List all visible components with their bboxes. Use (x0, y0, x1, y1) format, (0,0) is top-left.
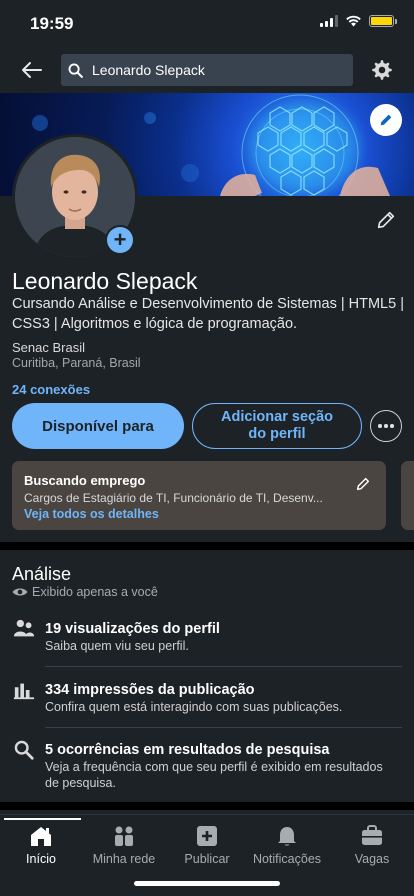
add-photo-button[interactable]: + (105, 225, 135, 255)
nav-label: Publicar (184, 852, 230, 866)
nav-item-post[interactable]: Publicar (166, 815, 248, 867)
edit-profile-button[interactable] (372, 206, 400, 234)
back-button[interactable] (16, 54, 48, 86)
post-icon (197, 826, 217, 846)
analytics-item-title: 5 ocorrências em resultados de pesquisa (45, 742, 330, 758)
next-card-peek[interactable] (401, 461, 414, 530)
signal-icon (320, 15, 338, 27)
analytics-separator (45, 727, 402, 728)
analytics-item-profile-views[interactable]: 19 visualizações do perfil Saiba quem vi… (0, 612, 414, 664)
more-dot (378, 424, 382, 428)
plus-icon: + (107, 227, 133, 253)
bar-chart-icon (13, 683, 35, 700)
home-icon (31, 827, 51, 846)
nav-label: Início (26, 852, 56, 866)
nav-label: Vagas (354, 852, 390, 866)
search-icon (68, 63, 83, 78)
edit-banner-button[interactable] (370, 104, 402, 136)
nav-label: Notificações (252, 852, 322, 866)
bell-icon (278, 827, 296, 846)
battery-icon (369, 15, 397, 27)
eye-icon (12, 588, 28, 596)
wifi-icon (346, 15, 361, 27)
analytics-item-subtitle: Veja a frequência com que seu perfil é e… (45, 760, 383, 790)
open-to-work-title: Buscando emprego (24, 473, 146, 488)
home-indicator (134, 881, 280, 886)
open-to-button[interactable]: Disponível para (12, 403, 184, 449)
network-icon (115, 826, 133, 846)
add-profile-section-button[interactable]: Adicionar seção do perfil (192, 403, 362, 449)
nav-item-my-network[interactable]: Minha rede (83, 815, 165, 867)
more-dot (384, 424, 388, 428)
search-input[interactable]: Leonardo Slepack (61, 54, 353, 86)
section-divider (0, 542, 414, 550)
analytics-item-search-appearances[interactable]: 5 ocorrências em resultados de pesquisa … (0, 733, 414, 795)
analytics-item-subtitle: Confira quem está interagindo com suas p… (45, 700, 343, 714)
edit-open-to-work-button[interactable] (352, 473, 374, 495)
pencil-icon (356, 477, 370, 491)
analytics-separator (45, 666, 402, 667)
analytics-item-title: 334 impressões da publicação (45, 682, 255, 698)
people-icon (13, 619, 35, 637)
connections-link[interactable]: 24 conexões (12, 382, 90, 397)
pencil-icon (380, 114, 392, 126)
analytics-title: Análise (12, 564, 72, 584)
more-dot (390, 424, 394, 428)
analytics-item-title: 19 visualizações do perfil (45, 621, 220, 637)
status-bar: 19:59 (0, 0, 414, 48)
analytics-item-subtitle: Saiba quem viu seu perfil. (45, 639, 189, 653)
search-icon (14, 740, 34, 760)
more-options-button[interactable] (370, 410, 402, 442)
search-query: Leonardo Slepack (92, 62, 205, 78)
nav-item-notifications[interactable]: Notificações (246, 815, 328, 867)
pencil-icon (377, 211, 395, 229)
nav-label: Minha rede (92, 852, 156, 866)
profile-headline: Cursando Análise e Desenvolvimento de Si… (12, 296, 404, 332)
analytics-private-note: Exibido apenas a você (32, 585, 158, 599)
open-to-work-roles: Cargos de Estagiário de TI, Funcionário … (24, 491, 323, 505)
nav-item-jobs[interactable]: Vagas (331, 815, 413, 867)
gear-icon (372, 60, 392, 80)
briefcase-icon (362, 825, 382, 845)
section-divider (0, 802, 414, 810)
analytics-item-post-impressions[interactable]: 334 impressões da publicação Confira que… (0, 672, 414, 724)
status-icons (320, 15, 397, 27)
profile-location: Curitiba, Paraná, Brasil (12, 356, 141, 370)
profile-company: Senac Brasil (12, 340, 85, 355)
nav-item-home[interactable]: Início (0, 815, 82, 867)
arrow-left-icon (22, 62, 42, 78)
status-time: 19:59 (30, 14, 74, 33)
see-all-details-link[interactable]: Veja todos os detalhes (24, 507, 374, 521)
settings-button[interactable] (368, 56, 396, 84)
open-to-work-card[interactable]: Buscando emprego Cargos de Estagiário de… (12, 461, 386, 530)
profile-name: Leonardo Slepack (12, 268, 198, 294)
top-bar: Leonardo Slepack (0, 48, 414, 93)
analytics-visibility: Exibido apenas a você (12, 585, 158, 599)
